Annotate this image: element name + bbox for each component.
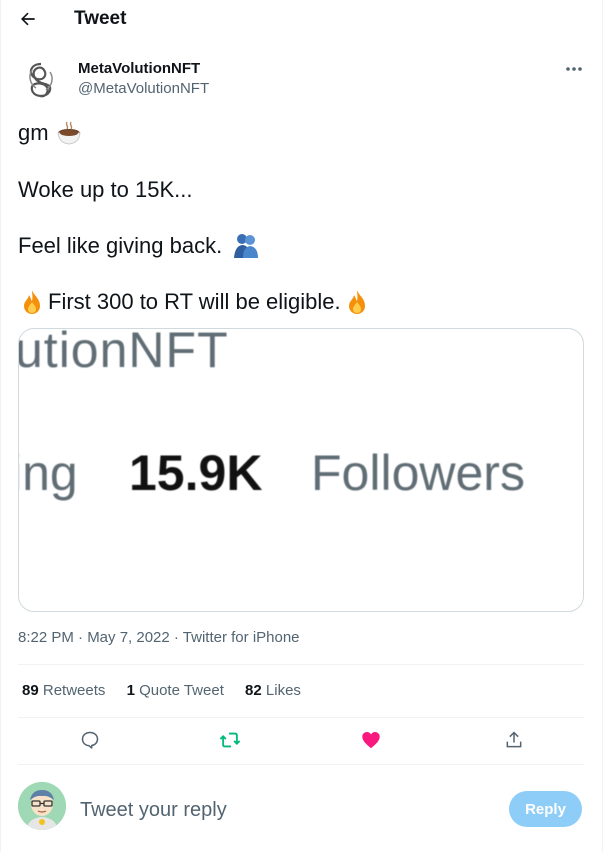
retweet-button[interactable]: [218, 728, 242, 752]
tweet-text: gm: [18, 120, 49, 145]
retweet-icon: [219, 732, 241, 748]
retweets-label: Retweets: [42, 682, 106, 699]
quote-tweets-label: Quote Tweet: [139, 682, 224, 699]
fire-emoji: [348, 290, 365, 314]
header: Tweet: [1, 0, 602, 36]
likes-stat[interactable]: 82 Likes: [245, 682, 301, 699]
tweet-detail-page: Tweet MetaVolutionNFT @MetaVolutionNFT g…: [0, 0, 603, 852]
quote-tweets-stat[interactable]: 1 Quote Tweet: [127, 682, 224, 699]
like-icon: [362, 732, 380, 749]
share-button[interactable]: [502, 728, 526, 752]
tweet-text: First 300 to RT will be eligible.: [48, 289, 341, 314]
quote-tweets-count: 1: [126, 682, 135, 699]
share-icon: [506, 731, 522, 748]
author-handle[interactable]: @MetaVolutionNFT: [78, 80, 209, 97]
likes-count: 82: [245, 682, 262, 699]
tweet-text: Feel like giving back.: [18, 233, 223, 258]
tweet-text-line: gm: [18, 119, 87, 147]
media-profile-name-text: utionNFT: [18, 328, 229, 378]
coffee-cup-emoji: [57, 121, 81, 145]
divider: [18, 764, 584, 765]
reply-submit-button[interactable]: Reply: [509, 791, 582, 827]
user-avatar-icon: [18, 782, 66, 830]
reply-button[interactable]: [78, 728, 102, 752]
media-followers-label: Followers: [311, 445, 525, 501]
likes-label: Likes: [265, 682, 301, 699]
reply-icon: [81, 731, 99, 749]
media-following-text: ing: [19, 445, 78, 501]
tweet-actions-bar: [18, 718, 584, 764]
more-dots-icon: [566, 67, 582, 71]
more-options-button[interactable]: [561, 60, 587, 78]
engagement-stats: 89 Retweets 1 Quote Tweet 82 Likes: [22, 682, 318, 699]
author-display-name[interactable]: MetaVolutionNFT: [78, 60, 200, 77]
fire-emoji: [24, 290, 40, 314]
back-button[interactable]: [15, 6, 41, 32]
divider: [18, 664, 584, 665]
people-hugging-emoji: [234, 234, 259, 258]
media-follower-count: 15.9K: [129, 445, 263, 501]
infinity-knot-logo-icon: [18, 58, 64, 104]
retweets-count: 89: [22, 682, 39, 699]
tweet-text-line: Feel like giving back.: [18, 232, 264, 260]
back-arrow-icon: [21, 12, 35, 26]
author-avatar[interactable]: [18, 58, 64, 104]
tweet-text-line: Woke up to 15K...: [18, 177, 192, 203]
tweet-timestamp[interactable]: 8:22 PM · May 7, 2022 · Twitter for iPho…: [18, 629, 300, 646]
tweet-text: Woke up to 15K...: [18, 177, 193, 202]
user-avatar[interactable]: [18, 782, 66, 830]
tweet-media-image[interactable]: utionNFT ing 15.9K Followers: [18, 328, 584, 612]
reply-input[interactable]: [80, 796, 480, 824]
like-button[interactable]: [359, 728, 383, 752]
tweet-text-line: First 300 to RT will be eligible.: [18, 288, 375, 316]
page-title: Tweet: [74, 8, 127, 29]
retweets-stat[interactable]: 89 Retweets: [22, 682, 105, 699]
